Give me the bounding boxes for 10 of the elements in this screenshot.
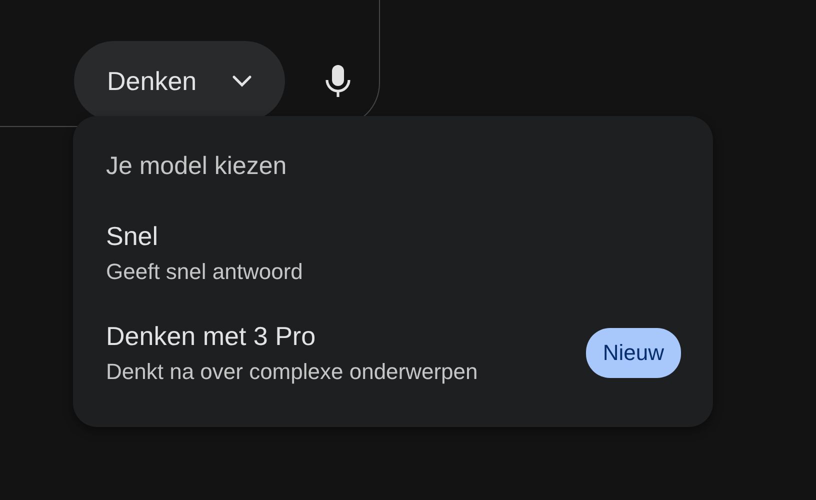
model-option[interactable]: Denken met 3 Pro Denkt na over complexe onderwerpen Nieuw <box>106 321 681 385</box>
option-description: Geeft snel antwoord <box>106 259 303 285</box>
new-badge: Nieuw <box>586 328 681 378</box>
microphone-icon[interactable] <box>325 64 351 98</box>
option-title: Snel <box>106 221 160 252</box>
option-title: Denken met 3 Pro <box>106 321 317 352</box>
option-description: Denkt na over complexe onderwerpen <box>106 359 478 385</box>
chevron-down-icon <box>232 75 252 87</box>
menu-title: Je model kiezen <box>106 152 288 181</box>
model-option[interactable]: Snel Geeft snel antwoord <box>106 221 681 285</box>
